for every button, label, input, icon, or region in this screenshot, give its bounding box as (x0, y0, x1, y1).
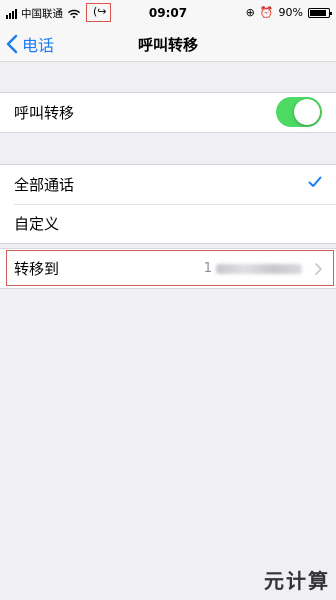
forward-to-group: 转移到 1 (0, 248, 336, 289)
option-label: 自定义 (14, 215, 60, 233)
status-right: ⊕ ⏰ 90% (245, 6, 332, 19)
checkmark-icon (308, 176, 322, 187)
call-forwarding-toggle-row: 呼叫转移 (0, 93, 336, 132)
page-title: 呼叫转移 (137, 36, 198, 54)
status-bar: 中国联通 (↪ 09:07 ⊕ ⏰ 90% (0, 0, 336, 26)
alarm-icon: ⏰ (259, 6, 274, 19)
chevron-right-icon (315, 263, 322, 275)
call-forwarding-switch[interactable] (276, 97, 322, 127)
forward-number: 1 (204, 261, 302, 276)
option-all-calls[interactable]: 全部通话 (0, 165, 336, 204)
blurred-number (216, 263, 302, 274)
battery-icon (308, 7, 332, 18)
forward-to-label: 转移到 (14, 260, 60, 278)
battery-percent: 90% (278, 6, 303, 19)
watermark: 元计算 (264, 569, 330, 593)
call-forwarding-toggle-group: 呼叫转移 (0, 92, 336, 133)
toggle-row-label: 呼叫转移 (14, 104, 75, 122)
rotation-lock-icon: ⊕ (245, 6, 255, 19)
option-label: 全部通话 (14, 176, 75, 194)
forward-to-row[interactable]: 转移到 1 (0, 249, 336, 288)
forwarding-options-group: 全部通话 自定义 (0, 164, 336, 244)
switch-knob (294, 99, 320, 125)
option-custom[interactable]: 自定义 (0, 204, 336, 243)
navigation-bar: 电话 呼叫转移 (0, 26, 336, 62)
forward-number-prefix: 1 (203, 261, 213, 276)
